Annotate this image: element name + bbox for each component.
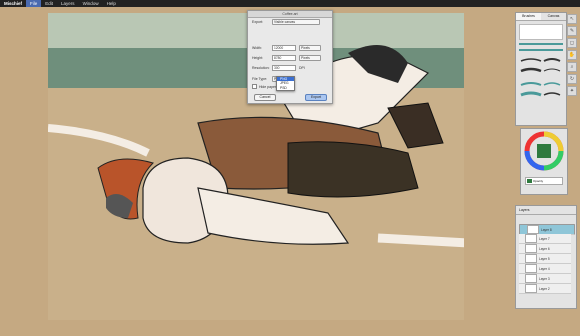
brush-presets[interactable] (516, 55, 564, 115)
hide-paper-label: Hide paper (259, 84, 277, 89)
brush-size-slider[interactable] (519, 43, 563, 45)
dialog-title: Coffee.art (248, 11, 332, 18)
layer-name: Layer 8 (541, 227, 552, 232)
tab-canvas[interactable]: Canvas (541, 13, 566, 20)
tab-brushes[interactable]: Brushes (516, 13, 541, 20)
menu-help[interactable]: Help (103, 0, 120, 7)
layer-thumbnail (525, 234, 537, 243)
layer-thumbnail (527, 225, 539, 234)
layer-name: Layer 4 (539, 266, 550, 271)
menu-layers[interactable]: Layers (57, 0, 79, 7)
layer-name: Layer 5 (539, 256, 550, 261)
height-unit-select[interactable]: Pixels (299, 55, 321, 61)
layers-panel: Layers Layer 8 Layer 7 Layer 6 Layer 5 L… (515, 205, 577, 309)
layers-title: Layers (516, 206, 576, 215)
layer-name: Layer 7 (539, 236, 550, 241)
color-opacity-label: Opacity (533, 179, 544, 183)
layer-name: Layer 2 (539, 286, 550, 291)
hide-paper-checkbox[interactable] (252, 84, 257, 89)
brush-panel: Brushes Canvas (515, 12, 567, 126)
layer-item[interactable]: Layer 3 (519, 274, 571, 284)
layer-thumbnail (525, 274, 537, 283)
eraser-tool-icon[interactable]: ◻ (567, 38, 577, 48)
width-label: Width: (252, 46, 262, 50)
layer-item[interactable]: Layer 2 (519, 284, 571, 294)
filetype-label: File Type: (252, 77, 268, 81)
width-row: Width: 12000 Pixels (252, 45, 321, 51)
hide-paper-row: Hide paper (252, 84, 276, 89)
menu-window[interactable]: Window (79, 0, 103, 7)
height-label: Height: (252, 56, 264, 60)
eyedropper-tool-icon[interactable]: ✦ (567, 86, 577, 96)
export-button[interactable]: Export (305, 94, 327, 101)
resolution-label: Resolution: (252, 66, 270, 70)
layer-thumbnail (525, 284, 537, 293)
resolution-input[interactable]: 300 (272, 65, 296, 71)
height-input[interactable]: 8780 (272, 55, 296, 61)
rotate-tool-icon[interactable]: ↻ (567, 74, 577, 84)
brush-tool-icon[interactable]: ✎ (567, 26, 577, 36)
menu-bar: Mischief File Edit Layers Window Help (0, 0, 580, 7)
layer-item[interactable]: Layer 6 (519, 244, 571, 254)
export-row: Export: Visible canvas (252, 19, 320, 25)
filetype-option-psd[interactable]: PSD (277, 86, 294, 90)
brush-preview (519, 24, 563, 40)
height-row: Height: 8780 Pixels (252, 55, 321, 61)
resolution-row: Resolution: 300 DPI (252, 65, 305, 71)
hand-tool-icon[interactable]: ✋ (567, 50, 577, 60)
layer-item[interactable]: Layer 7 (519, 234, 571, 244)
layer-thumbnail (525, 264, 537, 273)
color-swatch-row: Opacity (525, 177, 563, 185)
layer-name: Layer 3 (539, 276, 550, 281)
brush-opacity-slider[interactable] (519, 49, 563, 51)
layer-thumbnail (525, 254, 537, 263)
menu-edit[interactable]: Edit (41, 0, 57, 7)
layer-item[interactable]: Layer 4 (519, 264, 571, 274)
pointer-tool-icon[interactable]: ↖ (567, 14, 577, 24)
color-panel: Opacity (520, 128, 568, 195)
filetype-dropdown-list: PNG JPEG PSD (276, 76, 295, 91)
zoom-tool-icon[interactable]: ⌕ (567, 62, 577, 72)
menu-file[interactable]: File (26, 0, 42, 7)
current-color-swatch[interactable] (527, 179, 532, 183)
cancel-button[interactable]: Cancel (254, 94, 276, 101)
export-label: Export: (252, 20, 264, 24)
resolution-unit: DPI (299, 66, 305, 70)
width-input[interactable]: 12000 (272, 45, 296, 51)
brush-tabs: Brushes Canvas (516, 13, 566, 21)
width-unit-select[interactable]: Pixels (299, 45, 321, 51)
layer-name: Layer 6 (539, 246, 550, 251)
color-wheel[interactable] (521, 129, 567, 175)
layer-item[interactable]: Layer 5 (519, 254, 571, 264)
menu-app-name[interactable]: Mischief (0, 0, 26, 7)
layer-thumbnail (525, 244, 537, 253)
export-select[interactable]: Visible canvas (272, 19, 320, 25)
